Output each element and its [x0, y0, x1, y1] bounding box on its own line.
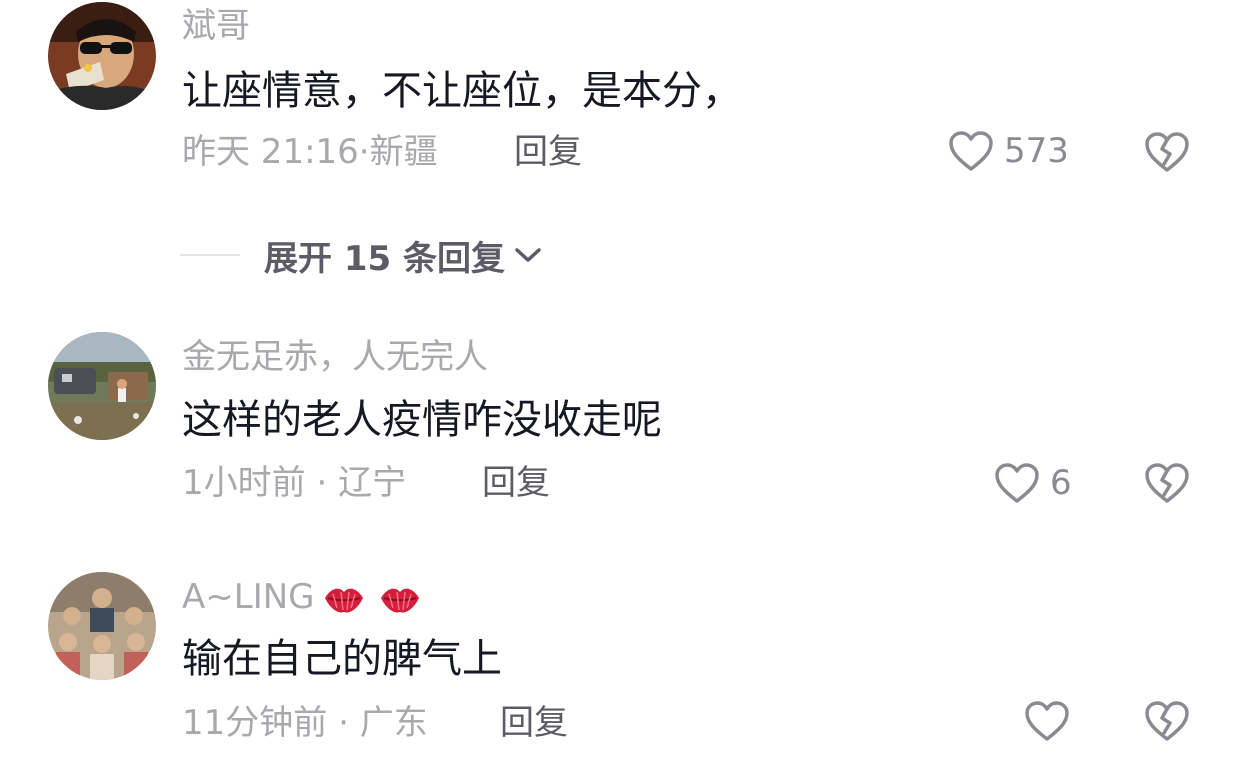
comment-meta: 1小时前 · 辽宁: [182, 463, 406, 503]
comment-text: 让座情意，不让座位，是本分，: [182, 68, 742, 114]
avatar[interactable]: [48, 572, 156, 680]
comment-username[interactable]: A~LING: [182, 577, 421, 617]
kiss-lips-icon: [380, 588, 419, 612]
username-text: A~LING: [182, 577, 315, 617]
meta-separator: ·: [327, 703, 360, 743]
comment-time: 昨天 21:16: [182, 132, 359, 172]
reply-button[interactable]: 回复: [500, 703, 568, 743]
expand-divider: [180, 254, 240, 256]
like-button[interactable]: 573: [948, 130, 1069, 172]
meta-separator: ·: [305, 463, 339, 503]
comment-meta: 昨天 21:16·新疆: [182, 132, 438, 172]
comment-username[interactable]: 斌哥: [182, 6, 250, 46]
comment-meta: 11分钟前 · 广东: [182, 703, 428, 743]
meta-separator: ·: [358, 132, 370, 172]
dislike-button[interactable]: [1144, 131, 1190, 173]
comment-time: 11分钟前: [182, 703, 328, 743]
heart-outline-icon: [995, 463, 1039, 503]
kiss-lips-icon: [324, 588, 363, 612]
like-button[interactable]: [1024, 700, 1070, 742]
avatar[interactable]: [48, 332, 156, 440]
reply-button[interactable]: 回复: [514, 132, 582, 172]
comment-location: 辽宁: [338, 463, 407, 503]
chevron-down-icon: [515, 248, 541, 262]
like-count: 6: [1050, 463, 1072, 503]
comment-location: 广东: [359, 703, 428, 743]
dislike-button[interactable]: [1144, 700, 1190, 742]
avatar[interactable]: [48, 2, 156, 110]
username-emoji: [323, 582, 421, 616]
comment-text: 输在自己的脾气上: [182, 636, 502, 682]
dislike-button[interactable]: [1144, 462, 1190, 504]
expand-replies-label: 展开 15 条回复: [264, 238, 505, 279]
comment-username[interactable]: 金无足赤，人无完人: [182, 337, 488, 377]
heart-outline-icon: [1025, 701, 1069, 741]
comment-location: 新疆: [369, 132, 438, 172]
comment-time: 1小时前: [182, 463, 306, 503]
heart-outline-icon: [949, 131, 993, 171]
expand-replies-button[interactable]: 展开 15 条回复: [180, 230, 543, 280]
broken-heart-icon: [1145, 132, 1189, 172]
broken-heart-icon: [1145, 701, 1189, 741]
like-count: 573: [1004, 131, 1069, 171]
comment-text: 这样的老人疫情咋没收走呢: [182, 397, 662, 443]
reply-button[interactable]: 回复: [482, 463, 550, 503]
broken-heart-icon: [1145, 463, 1189, 503]
like-button[interactable]: 6: [994, 462, 1072, 504]
